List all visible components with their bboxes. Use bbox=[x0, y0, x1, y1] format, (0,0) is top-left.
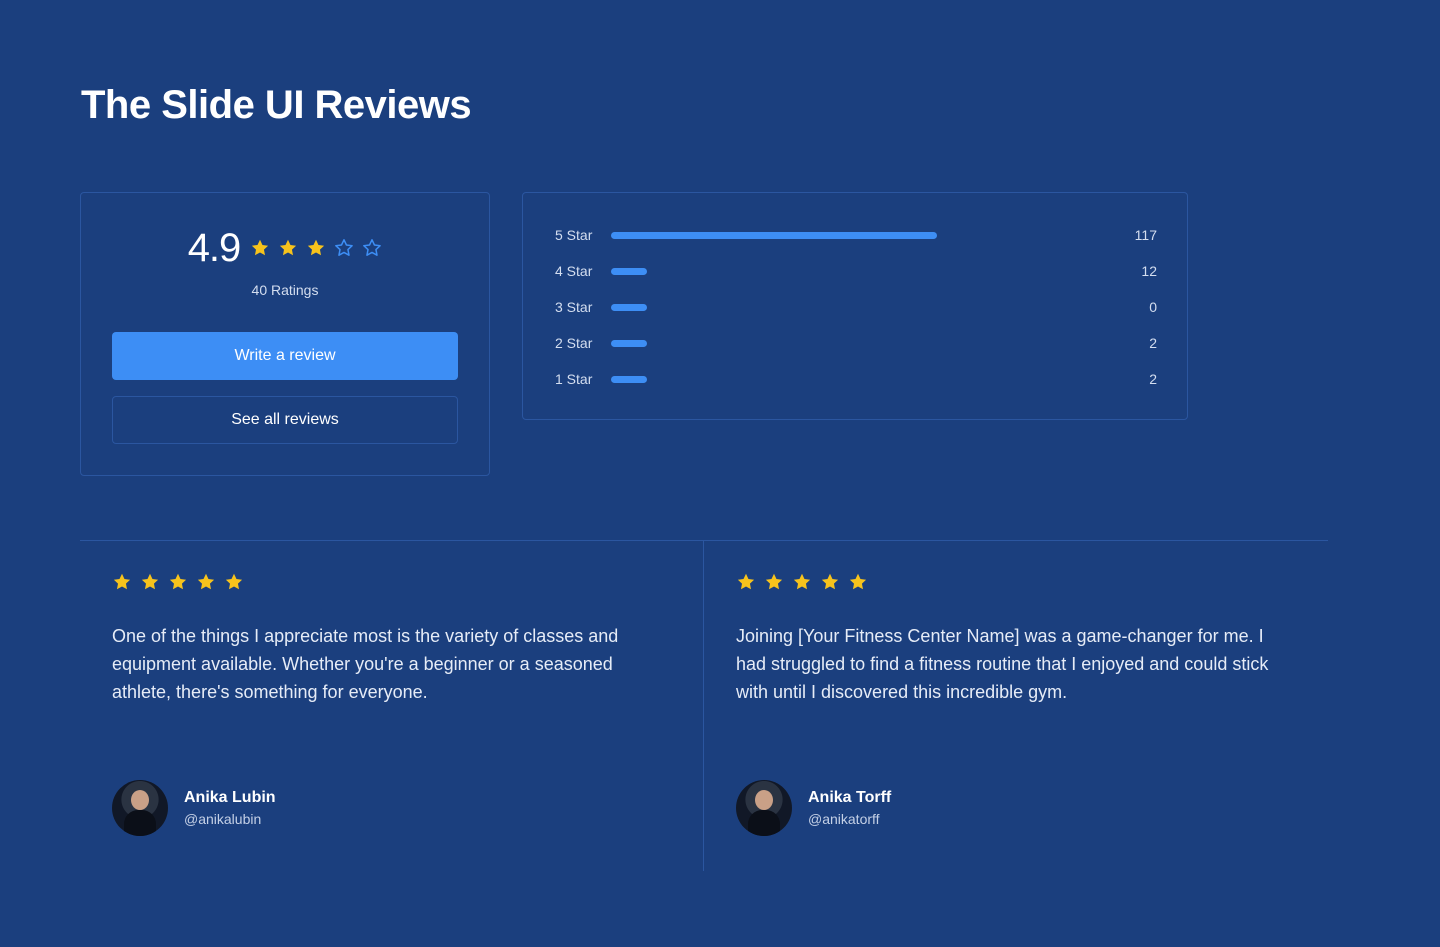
breakdown-row-3: 3 Star 0 bbox=[555, 297, 1157, 317]
rating-row: 4.9 bbox=[81, 223, 489, 273]
average-rating: 4.9 bbox=[187, 226, 242, 270]
review-card: Joining [Your Fitness Center Name] was a… bbox=[736, 572, 1296, 836]
breakdown-bar bbox=[611, 376, 647, 383]
breakdown-row-4: 4 Star 12 bbox=[555, 261, 1157, 281]
review-author: Anika Lubin @anikalubin bbox=[112, 780, 276, 836]
avatar bbox=[736, 780, 792, 836]
breakdown-track bbox=[611, 225, 1097, 245]
avatar bbox=[112, 780, 168, 836]
breakdown-count: 0 bbox=[1149, 299, 1157, 315]
see-all-reviews-button[interactable]: See all reviews bbox=[112, 396, 458, 444]
star-filled-icon bbox=[169, 573, 187, 590]
reviews-column-divider bbox=[703, 541, 704, 871]
breakdown-bar bbox=[611, 340, 647, 347]
breakdown-count: 12 bbox=[1141, 263, 1157, 279]
star-filled-icon bbox=[280, 239, 297, 256]
breakdown-track bbox=[611, 369, 1097, 389]
review-stars bbox=[112, 572, 672, 592]
breakdown-bar bbox=[611, 304, 647, 311]
star-filled-icon bbox=[793, 573, 811, 590]
author-name: Anika Lubin bbox=[184, 789, 276, 806]
breakdown-track bbox=[611, 261, 1097, 281]
review-text: Joining [Your Fitness Center Name] was a… bbox=[736, 626, 1269, 702]
review-stars bbox=[736, 572, 1296, 592]
star-outline-icon bbox=[335, 239, 354, 256]
review-card: One of the things I appreciate most is t… bbox=[112, 572, 672, 836]
breakdown-row-1: 1 Star 2 bbox=[555, 369, 1157, 389]
reviews-divider bbox=[80, 540, 1328, 541]
author-name: Anika Torff bbox=[808, 789, 892, 806]
star-filled-icon bbox=[737, 573, 755, 590]
breakdown-label: 5 Star bbox=[555, 227, 593, 243]
star-filled-icon bbox=[308, 239, 325, 256]
star-outline-icon bbox=[363, 239, 382, 256]
reviews-page: The Slide UI Reviews 4.9 40 Ratings Writ… bbox=[0, 0, 1440, 947]
breakdown-count: 117 bbox=[1134, 227, 1157, 243]
review-author: Anika Torff @anikatorff bbox=[736, 780, 891, 836]
breakdown-bar bbox=[611, 268, 647, 275]
breakdown-bar bbox=[611, 232, 937, 239]
review-text: One of the things I appreciate most is t… bbox=[112, 626, 619, 702]
breakdown-track bbox=[611, 333, 1097, 353]
breakdown-label: 2 Star bbox=[555, 335, 593, 351]
star-filled-icon bbox=[197, 573, 215, 590]
breakdown-track bbox=[611, 297, 1097, 317]
write-review-button[interactable]: Write a review bbox=[112, 332, 458, 380]
ratings-count: 40 Ratings bbox=[251, 282, 319, 298]
rating-breakdown-card: 5 Star 117 4 Star 12 3 Star 0 2 Star 2 1… bbox=[522, 192, 1188, 420]
breakdown-label: 3 Star bbox=[555, 299, 593, 315]
breakdown-count: 2 bbox=[1149, 335, 1157, 351]
star-filled-icon bbox=[849, 573, 867, 590]
star-filled-icon bbox=[252, 239, 269, 256]
page-title: The Slide UI Reviews bbox=[81, 83, 472, 127]
author-handle: @anikatorff bbox=[808, 811, 880, 827]
star-filled-icon bbox=[821, 573, 839, 590]
breakdown-row-2: 2 Star 2 bbox=[555, 333, 1157, 353]
breakdown-count: 2 bbox=[1149, 371, 1157, 387]
breakdown-label: 1 Star bbox=[555, 371, 593, 387]
breakdown-label: 4 Star bbox=[555, 263, 593, 279]
average-rating-stars bbox=[250, 238, 382, 258]
star-filled-icon bbox=[225, 573, 243, 590]
star-filled-icon bbox=[141, 573, 159, 590]
star-filled-icon bbox=[765, 573, 783, 590]
star-filled-icon bbox=[113, 573, 131, 590]
breakdown-row-5: 5 Star 117 bbox=[555, 225, 1157, 245]
author-handle: @anikalubin bbox=[184, 811, 262, 827]
rating-summary-card: 4.9 40 Ratings Write a review See all re… bbox=[80, 192, 490, 476]
